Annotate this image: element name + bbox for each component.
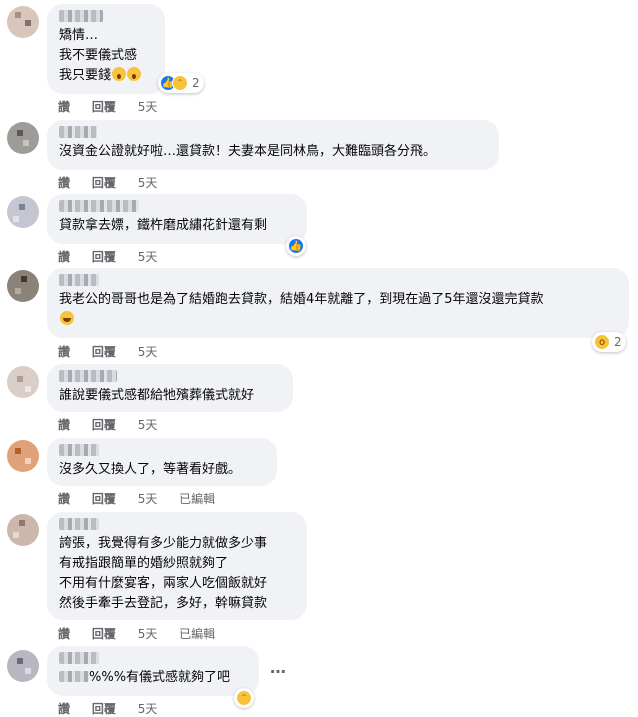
timestamp[interactable]: 5天	[138, 627, 158, 641]
avatar[interactable]	[7, 122, 39, 154]
comment-text: 不用有什麼宴客，兩家人吃個飯就好	[59, 576, 268, 591]
reaction-summary[interactable]: 👍 ᵔ 2	[158, 73, 204, 93]
avatar[interactable]	[7, 650, 39, 682]
commenter-name-blurred[interactable]	[59, 10, 103, 22]
like-link[interactable]: 讚	[58, 250, 70, 264]
reply-link[interactable]: 回覆	[92, 492, 116, 506]
comment-text: %%%有儀式感就夠了吧	[59, 668, 247, 688]
comment-actions: 讚 回覆 5天	[58, 248, 175, 265]
timestamp[interactable]: 5天	[138, 250, 158, 264]
commenter-name-blurred[interactable]	[59, 126, 97, 138]
comment-actions: 讚 回覆 5天	[58, 700, 175, 717]
comment-actions: 讚 回覆 5天	[58, 343, 175, 360]
more-options-icon[interactable]: ⋯	[270, 662, 287, 681]
comment-bubble: 矯情… 我不要儀式感 我只要錢	[47, 4, 165, 94]
edited-label[interactable]: 已編輯	[179, 627, 215, 641]
reply-link[interactable]: 回覆	[92, 345, 116, 359]
avatar[interactable]	[7, 440, 39, 472]
comment-text: 有戒指跟簡單的婚紗照就夠了	[59, 556, 229, 571]
smiling-emoji-icon	[60, 311, 74, 325]
reply-link[interactable]: 回覆	[92, 702, 116, 716]
timestamp[interactable]: 5天	[138, 702, 158, 716]
avatar[interactable]	[7, 6, 39, 38]
like-link[interactable]: 讚	[58, 627, 70, 641]
comment-actions: 讚 回覆 5天	[58, 416, 175, 433]
reaction-count: 2	[192, 76, 200, 90]
reaction-summary[interactable]: o 2	[592, 332, 626, 352]
comment-text: 誇張，我覺得有多少能力就做多少事	[59, 536, 268, 551]
avatar[interactable]	[7, 196, 39, 228]
comment-actions: 讚 回覆 5天	[58, 98, 175, 115]
reaction-summary[interactable]: ᵔ	[234, 688, 254, 708]
reply-link[interactable]: 回覆	[92, 100, 116, 114]
comment-text: 誰說要儀式感都給牠殯葬儀式就好	[59, 388, 255, 403]
comment-bubble: 誰說要儀式感都給牠殯葬儀式就好	[47, 364, 293, 412]
comment-text: 我不要儀式感	[59, 48, 138, 63]
haha-icon: ᵔ	[236, 690, 252, 706]
like-link[interactable]: 讚	[58, 345, 70, 359]
avatar[interactable]	[7, 366, 39, 398]
commenter-name-blurred[interactable]	[59, 370, 117, 382]
timestamp[interactable]: 5天	[138, 176, 158, 190]
comment-bubble: 誇張，我覺得有多少能力就做多少事 有戒指跟簡單的婚紗照就夠了 不用有什麼宴客，兩…	[47, 512, 307, 620]
blurred-mention[interactable]	[59, 671, 89, 682]
like-link[interactable]: 讚	[58, 418, 70, 432]
comment-actions: 讚 回覆 5天	[58, 174, 175, 191]
commenter-name-blurred[interactable]	[59, 444, 99, 456]
comment-text: 貸款拿去嫖，鐵杵磨成繡花針還有剩	[59, 218, 268, 233]
comment-text: 矯情…	[59, 28, 99, 43]
comment-text-last: 我只要錢	[59, 66, 153, 86]
astonished-emoji-icon	[112, 67, 127, 81]
commenter-name-blurred[interactable]	[59, 518, 99, 530]
timestamp[interactable]: 5天	[138, 418, 158, 432]
wow-icon: o	[594, 334, 610, 350]
like-link[interactable]: 讚	[58, 492, 70, 506]
comment-bubble: 沒多久又換人了，等著看好戲。	[47, 438, 277, 486]
comment-actions: 讚 回覆 5天 已編輯	[58, 490, 233, 507]
reply-link[interactable]: 回覆	[92, 250, 116, 264]
avatar[interactable]	[7, 514, 39, 546]
timestamp[interactable]: 5天	[138, 345, 158, 359]
comment-actions: 讚 回覆 5天 已編輯	[58, 625, 233, 642]
comment-text: 沒資金公證就好啦…還貸款！夫妻本是同林鳥，大難臨頭各分飛。	[59, 144, 437, 159]
commenter-name-blurred[interactable]	[59, 200, 139, 212]
haha-icon: ᵔ	[172, 75, 188, 91]
like-link[interactable]: 讚	[58, 176, 70, 190]
reaction-count: 2	[614, 335, 622, 349]
timestamp[interactable]: 5天	[138, 492, 158, 506]
comment-bubble: %%%有儀式感就夠了吧	[47, 646, 259, 696]
astonished-emoji-icon	[127, 67, 142, 81]
comment-text: 然後手牽手去登記，多好，幹嘛貸款	[59, 596, 268, 611]
comment-bubble: 沒資金公證就好啦…還貸款！夫妻本是同林鳥，大難臨頭各分飛。	[47, 120, 499, 170]
reaction-summary[interactable]: 👍	[286, 236, 306, 256]
like-icon: 👍	[288, 238, 304, 254]
comment-bubble: 我老公的哥哥也是為了結婚跑去貸款，結婚4年就離了，到現在過了5年還沒還完貸款	[47, 268, 629, 338]
comment-text: 我老公的哥哥也是為了結婚跑去貸款，結婚4年就離了，到現在過了5年還沒還完貸款	[59, 292, 544, 307]
avatar[interactable]	[7, 270, 39, 302]
comment-bubble: 貸款拿去嫖，鐵杵磨成繡花針還有剩	[47, 194, 307, 244]
like-link[interactable]: 讚	[58, 702, 70, 716]
commenter-name-blurred[interactable]	[59, 652, 99, 664]
reply-link[interactable]: 回覆	[92, 418, 116, 432]
comment-text: 沒多久又換人了，等著看好戲。	[59, 462, 242, 477]
edited-label[interactable]: 已編輯	[179, 492, 215, 506]
reply-link[interactable]: 回覆	[92, 627, 116, 641]
timestamp[interactable]: 5天	[138, 100, 158, 114]
like-link[interactable]: 讚	[58, 100, 70, 114]
commenter-name-blurred[interactable]	[59, 274, 99, 286]
reply-link[interactable]: 回覆	[92, 176, 116, 190]
